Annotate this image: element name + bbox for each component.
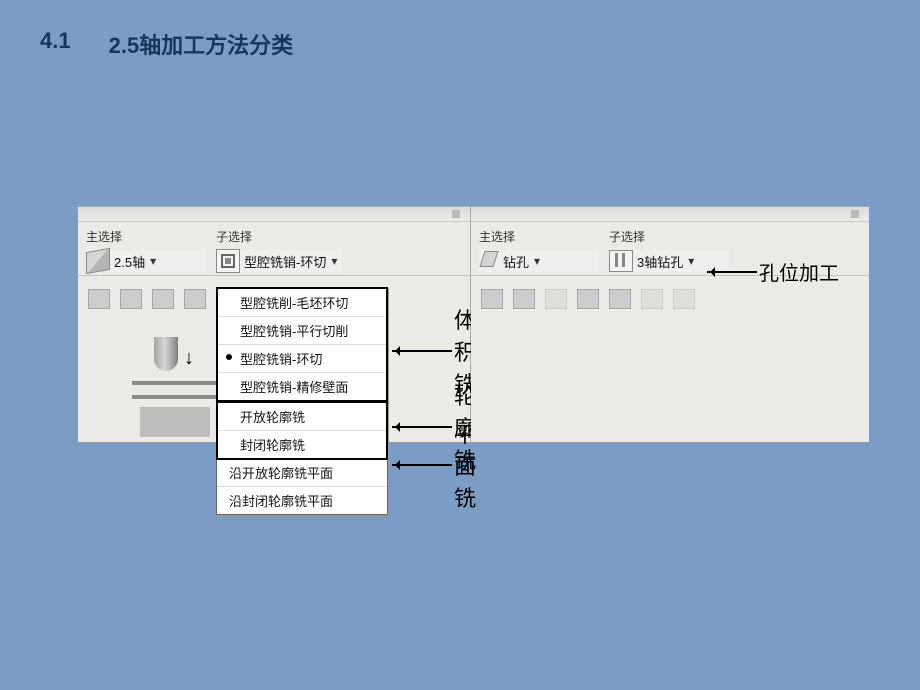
toolbar-button[interactable] — [641, 289, 663, 309]
main-select-field[interactable]: 2.5轴 ▾ — [86, 249, 206, 273]
toolbar-button[interactable] — [184, 289, 206, 309]
sub-select-column: 子选择 型腔铣销-环切 ▾ — [216, 228, 342, 273]
dropdown-item[interactable]: 开放轮廓铣 — [218, 403, 386, 431]
left-panel: 主选择 2.5轴 ▾ 子选择 型腔铣销-环切 ▾ — [78, 206, 471, 442]
sub-select-value: 型腔铣销-环切 — [244, 252, 326, 271]
toolbar-button[interactable] — [609, 289, 631, 309]
toolbar-button[interactable] — [577, 289, 599, 309]
screenshot-composite: 主选择 2.5轴 ▾ 子选择 型腔铣销-环切 ▾ — [78, 206, 868, 442]
annotation-label: 孔位加工 — [759, 257, 839, 286]
toolbar-button[interactable] — [545, 289, 567, 309]
tool-bit-graphic — [154, 337, 178, 371]
toolbar-button[interactable] — [673, 289, 695, 309]
arrow-left-icon — [392, 350, 452, 352]
dropdown-group-planar: 沿开放轮廓铣平面 沿封闭轮廓铣平面 — [217, 459, 387, 514]
dropdown-item[interactable]: 沿封闭轮廓铣平面 — [217, 487, 387, 514]
section-title: 2.5轴加工方法分类 — [109, 28, 294, 60]
toolbar-button[interactable] — [513, 289, 535, 309]
right-panel: 主选择 钻孔 ▾ 子选择 3轴钻孔 ▾ — [471, 206, 869, 442]
preview-block — [140, 407, 210, 437]
main-select-column: 主选择 2.5轴 ▾ — [86, 228, 206, 273]
arrow-left-icon — [707, 271, 757, 273]
selector-row: 主选择 2.5轴 ▾ 子选择 型腔铣销-环切 ▾ — [78, 222, 470, 276]
sub-select-dropdown: 型腔铣削-毛坯环切 型腔铣销-平行切削 型腔铣销-环切 型腔铣销-精修壁面 开放… — [216, 287, 388, 515]
preview-line — [132, 381, 222, 385]
toolbar-button[interactable] — [120, 289, 142, 309]
arrow-left-icon — [392, 464, 452, 466]
dropdown-item[interactable]: 型腔铣销-精修壁面 — [218, 373, 386, 400]
section-number: 4.1 — [40, 28, 71, 60]
sub-select-label: 子选择 — [609, 228, 729, 245]
down-arrow-icon: ↓ — [184, 347, 194, 370]
sub-select-label: 子选择 — [216, 228, 342, 245]
toolbar-button[interactable] — [88, 289, 110, 309]
dropdown-item[interactable]: 型腔铣销-平行切削 — [218, 317, 386, 345]
toolbar-button[interactable] — [481, 289, 503, 309]
chevron-down-icon: ▾ — [529, 254, 545, 268]
dropdown-group-volume: 型腔铣削-毛坯环切 型腔铣销-平行切削 型腔铣销-环切 型腔铣销-精修壁面 — [216, 287, 388, 402]
chevron-down-icon: ▾ — [326, 254, 342, 268]
main-select-label: 主选择 — [86, 228, 206, 245]
main-select-value: 2.5轴 — [114, 252, 145, 271]
pocket-mill-icon — [216, 249, 240, 273]
annotation-planar-mill: 平面铣 — [392, 417, 476, 513]
toolbar-button[interactable] — [152, 289, 174, 309]
cube-icon — [86, 248, 110, 274]
panel-titlebar — [471, 207, 869, 222]
sub-select-value: 3轴钻孔 — [637, 252, 683, 271]
dropdown-item[interactable]: 型腔铣销-环切 — [218, 345, 386, 373]
main-select-label: 主选择 — [479, 228, 599, 245]
slide-heading: 4.1 2.5轴加工方法分类 — [40, 28, 293, 60]
dropdown-item[interactable]: 沿开放轮廓铣平面 — [217, 459, 387, 487]
main-select-value: 钻孔 — [503, 252, 529, 271]
annotation-hole-machining: 孔位加工 — [707, 257, 839, 286]
chevron-down-icon: ▾ — [145, 254, 161, 268]
dropdown-group-contour: 开放轮廓铣 封闭轮廓铣 — [216, 401, 388, 460]
drill-icon — [479, 251, 499, 271]
dropdown-item[interactable]: 封闭轮廓铣 — [218, 431, 386, 458]
tool-preview: ↓ — [132, 337, 222, 437]
main-select-field[interactable]: 钻孔 ▾ — [479, 249, 599, 273]
dropdown-item[interactable]: 型腔铣削-毛坯环切 — [218, 289, 386, 317]
chevron-down-icon: ▾ — [683, 254, 699, 268]
three-axis-drill-icon — [609, 250, 633, 272]
panel-titlebar — [78, 207, 470, 222]
sub-select-field[interactable]: 型腔铣销-环切 ▾ — [216, 249, 342, 273]
main-select-column: 主选择 钻孔 ▾ — [479, 228, 599, 273]
preview-line — [132, 395, 222, 399]
